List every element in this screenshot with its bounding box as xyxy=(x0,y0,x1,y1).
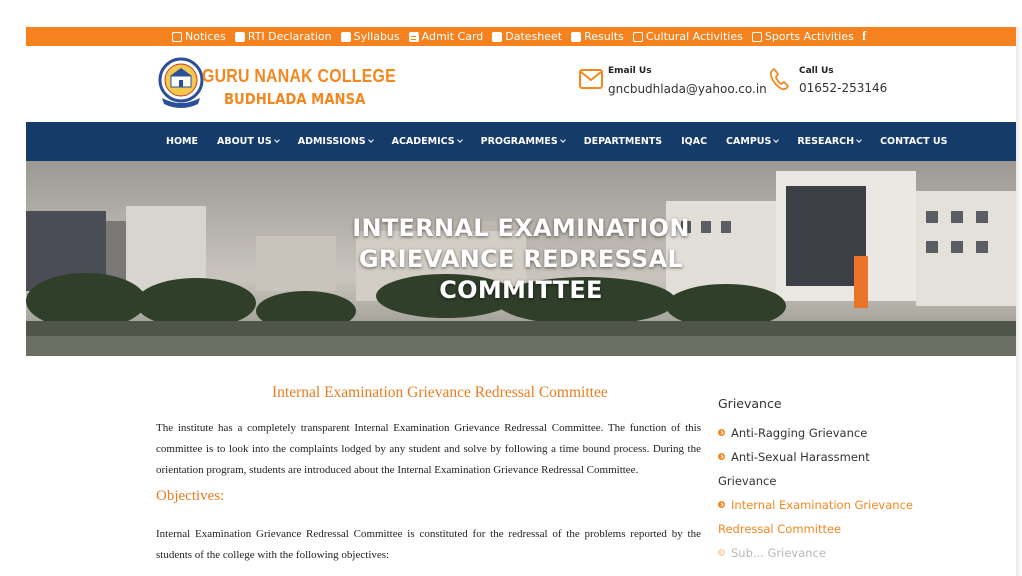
sidebar-item-next[interactable]: Sub... Grievance xyxy=(718,541,918,565)
nav-item-departments[interactable]: DEPARTMENTS xyxy=(584,136,662,147)
topbar-link-sports[interactable]: Sports Activities xyxy=(751,30,854,43)
college-name[interactable]: GURU NANAK COLLEGE xyxy=(202,66,396,87)
id-card-icon xyxy=(408,31,419,42)
topbar-link-syllabus[interactable]: Syllabus xyxy=(340,30,400,43)
nav-item-about-us[interactable]: ABOUT US xyxy=(217,136,280,147)
main-navigation: HOME ABOUT US ADMISSIONS ACADEMICS PROGR… xyxy=(26,122,1016,161)
topbar-link-admit-card[interactable]: Admit Card xyxy=(408,30,483,43)
email-value[interactable]: gncbudhlada@yahoo.co.in xyxy=(608,82,767,96)
topbar-link-results[interactable]: Results xyxy=(571,30,624,43)
objectives-heading: Objectives: xyxy=(156,488,225,504)
nav-item-research[interactable]: RESEARCH xyxy=(797,136,862,147)
hero-title: INTERNAL EXAMINATION GRIEVANCE REDRESSAL… xyxy=(352,214,690,304)
chevron-down-icon xyxy=(367,137,374,143)
page-frame: Notices RTI Declaration Syllabus Admit C… xyxy=(26,27,1016,576)
email-label: Email Us xyxy=(608,66,652,76)
check-circle-icon xyxy=(718,549,725,556)
chevron-down-icon xyxy=(773,137,780,143)
sidebar-item-internal-examination[interactable]: Internal Examination Grievance Redressal… xyxy=(718,493,918,541)
college-logo[interactable] xyxy=(158,54,204,114)
grievance-sidebar: Grievance Anti-Ragging Grievance Anti-Se… xyxy=(718,396,918,565)
main-content: Internal Examination Grievance Redressal… xyxy=(26,356,1016,576)
document-icon xyxy=(172,31,182,42)
hero-banner: INTERNAL EXAMINATION GRIEVANCE REDRESSAL… xyxy=(26,161,1016,356)
check-circle-icon xyxy=(718,501,725,508)
page-title: Internal Examination Grievance Redressal… xyxy=(272,384,608,401)
objectives-paragraph: Internal Examination Grievance Redressal… xyxy=(156,528,701,561)
nav-item-campus[interactable]: CAMPUS xyxy=(726,136,780,147)
nav-item-programmes[interactable]: PROGRAMMES xyxy=(481,136,566,147)
top-links-bar: Notices RTI Declaration Syllabus Admit C… xyxy=(26,27,1016,46)
sidebar-item-anti-ragging[interactable]: Anti-Ragging Grievance xyxy=(718,421,918,445)
email-icon xyxy=(579,69,603,89)
document-icon xyxy=(632,31,643,42)
document-icon xyxy=(751,31,762,42)
check-circle-icon xyxy=(718,429,725,436)
page-edge-shadow xyxy=(1016,27,1022,576)
call-label: Call Us xyxy=(799,66,834,76)
check-circle-icon xyxy=(718,453,725,460)
nav-item-iqac[interactable]: IQAC xyxy=(681,136,707,147)
nav-item-home[interactable]: HOME xyxy=(166,136,198,147)
list-icon xyxy=(492,31,503,42)
nav-item-academics[interactable]: ACADEMICS xyxy=(392,136,463,147)
topbar-link-notices[interactable]: Notices xyxy=(172,30,226,43)
intro-paragraph: The institute has a completely transpare… xyxy=(156,422,701,476)
list-icon xyxy=(234,31,245,42)
facebook-icon[interactable]: f xyxy=(862,28,866,44)
chevron-down-icon xyxy=(456,137,463,143)
college-location: BUDHLADA MANSA xyxy=(224,90,366,108)
nav-item-admissions[interactable]: ADMISSIONS xyxy=(298,136,374,147)
call-value[interactable]: 01652-253146 xyxy=(799,81,887,95)
list-icon xyxy=(571,31,582,42)
site-header: GURU NANAK COLLEGE BUDHLADA MANSA Email … xyxy=(26,46,1016,122)
topbar-link-rti[interactable]: RTI Declaration xyxy=(234,30,332,43)
sidebar-item-anti-sexual-harassment[interactable]: Anti-Sexual Harassment Grievance xyxy=(718,445,918,493)
chevron-down-icon xyxy=(856,137,862,143)
nav-item-contact-us[interactable]: CONTACT US xyxy=(880,136,947,147)
list-icon xyxy=(340,31,351,42)
topbar-link-datesheet[interactable]: Datesheet xyxy=(492,30,562,43)
chevron-down-icon xyxy=(273,137,280,143)
phone-icon xyxy=(769,67,790,91)
sidebar-heading: Grievance xyxy=(718,396,782,411)
chevron-down-icon xyxy=(559,137,566,143)
topbar-link-cultural[interactable]: Cultural Activities xyxy=(632,30,743,43)
